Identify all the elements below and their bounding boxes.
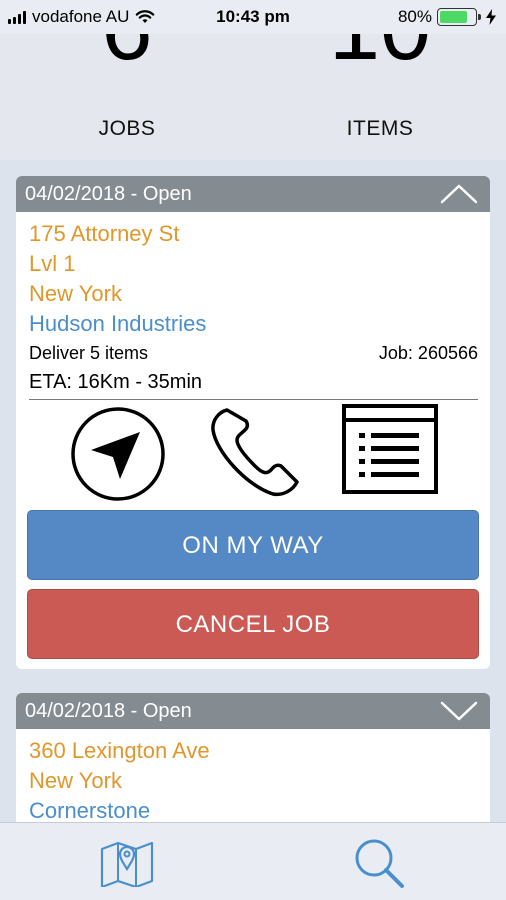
job-card-header[interactable]: 04/02/2018 - Open (16, 693, 490, 729)
eta: ETA: 16Km - 35min (29, 371, 478, 400)
deliver-count: Deliver 5 items (29, 343, 149, 363)
on-my-way-button[interactable]: ON MY WAY (27, 510, 479, 580)
address-line: 360 Lexington Ave (29, 738, 210, 763)
jobs-count: 6 (27, 34, 227, 74)
battery-percent: 80% (397, 7, 432, 26)
items-stat: 10 ITEMS (280, 34, 480, 141)
status-right: 80% (398, 7, 496, 27)
job-card[interactable]: 04/02/2018 - Open 175 Attorney St Lvl 1 … (16, 176, 490, 669)
tab-bar (0, 822, 506, 900)
chevron-down-icon[interactable] (440, 699, 478, 723)
cancel-job-button[interactable]: CANCEL JOB (27, 589, 479, 659)
address-line: 175 Attorney St (29, 221, 180, 246)
job-info-row: Deliver 5 items Job: 260566 (29, 343, 478, 364)
job-date-status: 04/02/2018 - Open (25, 183, 192, 205)
details-icon[interactable] (341, 403, 439, 495)
company-name[interactable]: Cornerstone (29, 796, 478, 822)
company-name[interactable]: Hudson Industries (29, 309, 478, 339)
items-count-wrap: 10 (280, 34, 480, 102)
job-number: Job: 260566 (378, 343, 478, 363)
job-list[interactable]: 04/02/2018 - Open 175 Attorney St Lvl 1 … (0, 160, 506, 822)
search-icon[interactable] (353, 837, 405, 889)
job-card-header[interactable]: 04/02/2018 - Open (16, 176, 490, 212)
chevron-up-icon[interactable] (440, 182, 478, 206)
address-line: New York (29, 281, 122, 306)
map-icon[interactable] (100, 839, 154, 887)
items-label: ITEMS (346, 117, 414, 140)
charging-icon (486, 9, 496, 25)
job-card[interactable]: 04/02/2018 - Open 360 Lexington Ave New … (16, 693, 490, 822)
jobs-label: JOBS (98, 117, 156, 140)
job-card-body: 360 Lexington Ave New York Cornerstone (16, 729, 490, 822)
items-count: 10 (280, 34, 480, 74)
battery-icon (437, 8, 481, 26)
navigate-icon[interactable] (69, 405, 167, 503)
jobs-count-wrap: 6 (27, 34, 227, 102)
summary-panel: 6 JOBS 10 ITEMS (0, 34, 506, 160)
battery-fill (440, 11, 468, 23)
address-line: New York (29, 768, 122, 793)
phone-icon[interactable] (207, 402, 305, 500)
job-date-status: 04/02/2018 - Open (25, 700, 192, 722)
address-line: Lvl 1 (29, 251, 76, 276)
jobs-stat: 6 JOBS (27, 34, 227, 141)
action-icons (29, 400, 478, 508)
status-bar: vodafone AU 10:43 pm 80% (0, 0, 506, 34)
job-card-body: 175 Attorney St Lvl 1 New York Hudson In… (16, 212, 490, 669)
